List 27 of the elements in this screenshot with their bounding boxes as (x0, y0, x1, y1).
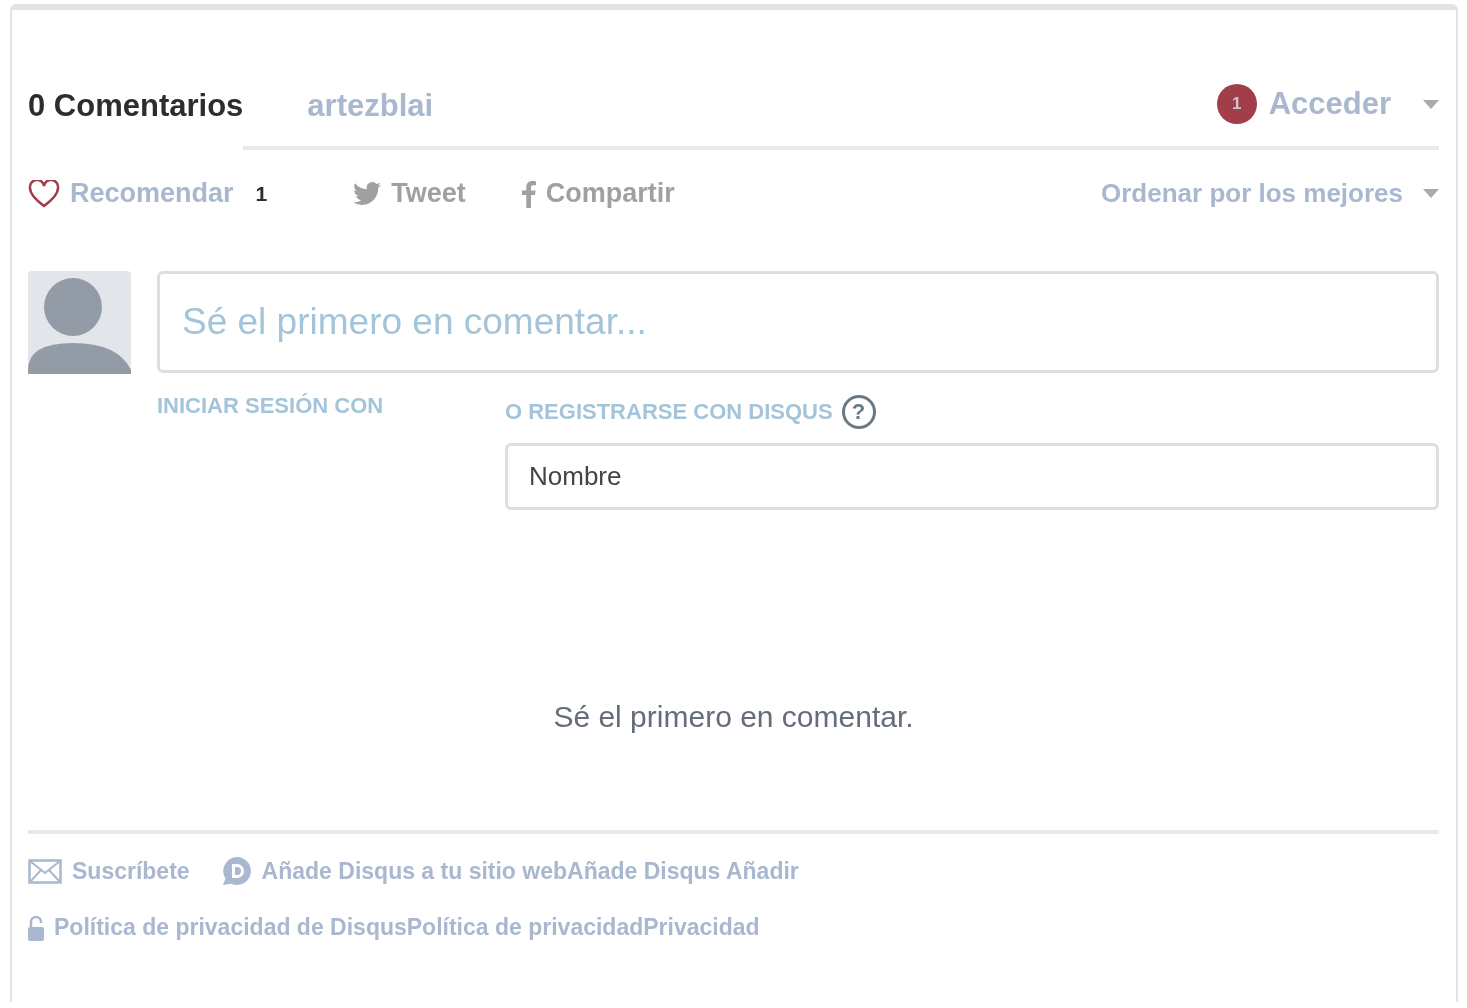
tab[interactable]: 0 Comentarios (28, 88, 244, 150)
empty-message: Sé el primero en comentar. (553, 700, 914, 733)
notification-badge: 1 (1216, 84, 1257, 124)
add-disqus-link[interactable]: Añade Disqus a tu sitio webAñade Disqus Añadir (261, 857, 799, 885)
comment-field[interactable]: Sé el primero en comentar... (157, 271, 1439, 373)
heart-icon (28, 179, 60, 208)
recommend-count: 1 (255, 181, 268, 206)
envelope-icon (28, 858, 62, 884)
name-field[interactable]: Nombre (505, 443, 1439, 510)
tab[interactable]: artezblai (243, 88, 434, 150)
share-button[interactable]: Compartir (521, 178, 675, 209)
help-button[interactable]: ? (841, 395, 876, 429)
recommend-button[interactable]: Recomendar (28, 178, 234, 209)
avatar-icon (28, 271, 131, 374)
f-icon (521, 179, 536, 208)
caret-icon (1423, 189, 1439, 198)
login-label: INICIAR SESIÓN CON (157, 393, 384, 418)
sort-dropdown[interactable]: Ordenar por los mejores (1101, 178, 1439, 209)
lock-icon (28, 914, 44, 941)
bird-icon (353, 182, 382, 205)
tweet-button[interactable]: Tweet (353, 178, 466, 209)
caret-icon (1423, 99, 1439, 109)
chat-bubble-icon (221, 856, 252, 886)
register-label: O REGISTRARSE CON DISQUS (505, 399, 833, 425)
login-button[interactable]: 1 Acceder (1216, 84, 1439, 124)
subscribe-link[interactable]: Suscríbete (72, 857, 190, 885)
privacy-link[interactable]: Política de privacidad de DisqusPolítica de privacidadPrivacidad (54, 914, 760, 941)
